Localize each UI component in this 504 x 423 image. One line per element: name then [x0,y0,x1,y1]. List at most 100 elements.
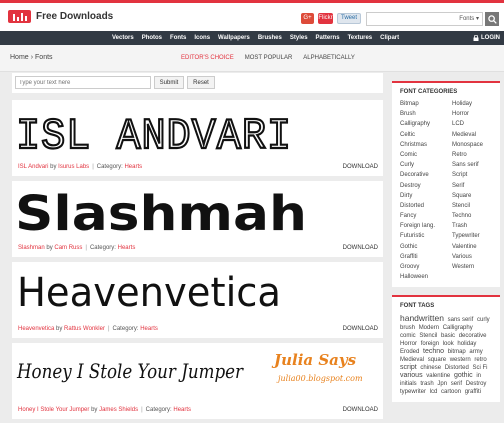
tag-link[interactable]: valentine [426,373,450,379]
tag-link[interactable]: basic [441,333,455,339]
category-link[interactable]: Dirty [400,192,452,200]
category-link[interactable]: Retro [452,151,498,159]
category-link[interactable]: Various [452,253,498,261]
nav-item[interactable]: Icons [194,35,210,41]
category-link[interactable]: Script [452,171,498,179]
tag-link[interactable]: gothic [454,372,473,379]
tag-link[interactable]: curly [477,317,490,323]
tag-link[interactable]: Stencil [419,333,437,339]
category-link[interactable]: Halloween [400,273,452,281]
category-link[interactable]: Western [452,263,498,271]
font-author-link[interactable]: Rattus Wonkler [64,326,105,332]
flickr-button[interactable]: Flickr [318,13,333,24]
tag-link[interactable]: decorative [459,333,487,339]
nav-item[interactable]: Vectors [112,35,134,41]
tag-link[interactable]: Sci Fi [472,365,487,371]
tag-link[interactable]: square [428,357,446,363]
search-input[interactable]: Fonts ▾ [366,12,483,26]
font-category-link[interactable]: Hearts [173,407,191,413]
tag-link[interactable]: Horror [400,341,417,347]
tag-link[interactable]: brush [400,325,415,331]
search-category-select[interactable]: Fonts ▾ [459,15,479,22]
reset-button[interactable]: Reset [187,76,215,89]
preview-text-input[interactable] [15,76,151,89]
tag-link[interactable]: army [469,349,482,355]
category-link[interactable]: Medieval [452,131,498,139]
tag-link[interactable]: techno [423,348,444,355]
category-link[interactable]: Sans serif [452,161,498,169]
category-link[interactable]: Typewriter [452,232,498,240]
category-link[interactable]: Curly [400,161,452,169]
tag-link[interactable]: Destroy [466,381,487,387]
tag-link[interactable]: various [400,372,423,379]
tag-link[interactable]: trash [420,381,433,387]
category-link[interactable]: Fancy [400,212,452,220]
nav-item[interactable]: Textures [348,35,373,41]
font-category-link[interactable]: Hearts [118,245,136,251]
sort-tab[interactable]: EDITOR'S CHOICE [181,55,234,61]
tag-link[interactable]: sans serif [448,317,474,323]
tag-link[interactable]: bitmap [448,349,466,355]
tag-link[interactable]: lcd [430,389,438,395]
download-button[interactable]: DOWNLOAD [343,164,378,170]
sort-tab[interactable]: MOST POPULAR [245,55,293,61]
category-link[interactable]: Valentine [452,243,498,251]
tag-link[interactable]: serif [451,381,462,387]
font-author-link[interactable]: James Shields [99,407,138,413]
category-link[interactable]: Calligraphy [400,120,452,128]
tag-link[interactable]: comic [400,333,416,339]
tag-link[interactable]: script [400,364,417,371]
download-button[interactable]: DOWNLOAD [343,245,378,251]
font-author-link[interactable]: Cam Russ [54,245,82,251]
font-name-link[interactable]: Heavenvetica [18,326,54,332]
category-link[interactable]: Square [452,192,498,200]
category-link[interactable]: Comic [400,151,452,159]
category-link[interactable]: Gothic [400,243,452,251]
download-button[interactable]: DOWNLOAD [343,326,378,332]
download-button[interactable]: DOWNLOAD [343,407,378,413]
tag-link[interactable]: foreign [421,341,439,347]
category-link[interactable]: Monospace [452,141,498,149]
category-link[interactable]: Brush [400,110,452,118]
tag-link[interactable]: retro [474,357,486,363]
login-link[interactable]: LOGIN [473,31,500,45]
search-button[interactable] [485,12,499,26]
tag-link[interactable]: graffiti [465,389,481,395]
nav-item[interactable]: Clipart [380,35,399,41]
tag-link[interactable]: typewriter [400,389,426,395]
font-category-link[interactable]: Hearts [124,164,142,170]
tweet-button[interactable]: Tweet [337,13,361,24]
category-link[interactable]: Serif [452,182,498,190]
nav-item[interactable]: Wallpapers [218,35,250,41]
font-category-link[interactable]: Hearts [140,326,158,332]
font-preview[interactable]: Slashmah [12,181,383,241]
tag-link[interactable]: Distorted [445,365,469,371]
tag-link[interactable]: in [476,373,481,379]
site-logo[interactable]: Free Downloads [8,10,113,23]
tag-link[interactable]: Medieval [400,357,424,363]
tag-link[interactable]: cartoon [441,389,461,395]
category-link[interactable]: Stencil [452,202,498,210]
category-link[interactable]: Distorted [400,202,452,210]
tag-link[interactable]: handwritten [400,313,444,323]
tag-link[interactable]: initials [400,381,417,387]
category-link[interactable]: Horror [452,110,498,118]
tag-link[interactable]: western [450,357,471,363]
nav-item[interactable]: Photos [142,35,162,41]
category-link[interactable]: Destroy [400,182,452,190]
tag-link[interactable]: Eroded [400,349,419,355]
font-preview[interactable]: Heavenvetica [12,262,383,322]
font-name-link[interactable]: ISL Andvari [18,164,48,170]
category-link[interactable]: Decorative [400,171,452,179]
nav-item[interactable]: Fonts [170,35,186,41]
category-link[interactable]: Groovy [400,263,452,271]
category-link[interactable]: Techno [452,212,498,220]
font-author-link[interactable]: Isurus Labs [58,164,89,170]
tag-link[interactable]: Modern [419,325,439,331]
nav-item[interactable]: Brushes [258,35,282,41]
font-name-link[interactable]: Honey I Stole Your Jumper [18,407,89,413]
font-preview[interactable]: ISL ANDVARI [12,100,383,160]
nav-item[interactable]: Patterns [316,35,340,41]
tag-link[interactable]: holiday [457,341,476,347]
submit-button[interactable]: Submit [154,76,184,89]
